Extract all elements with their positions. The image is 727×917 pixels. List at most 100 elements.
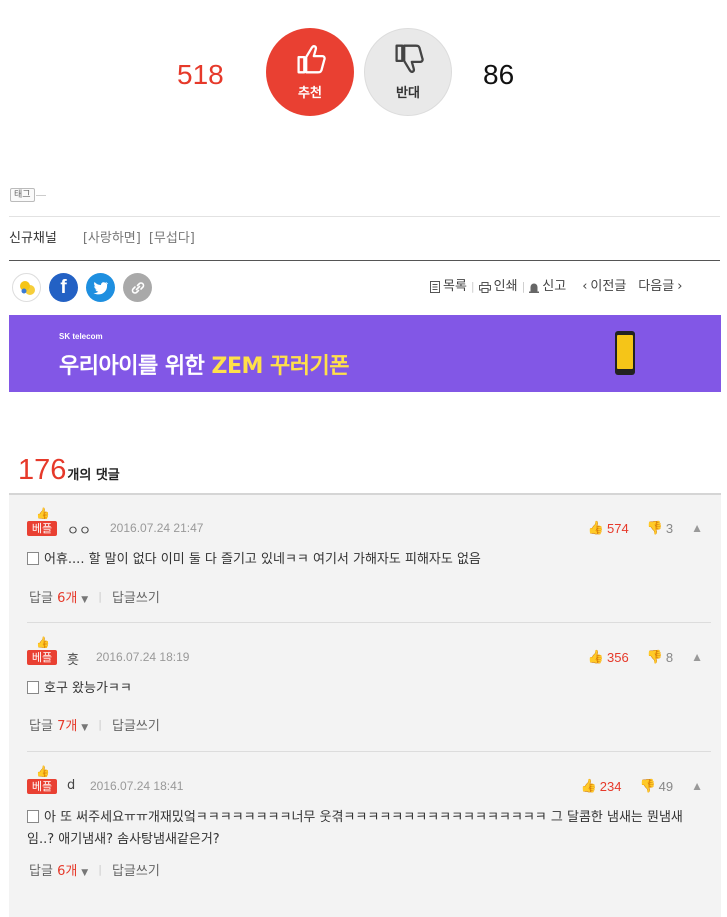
- comment-downvote-count: 3: [665, 520, 674, 536]
- channel-tag[interactable]: [사랑하면]: [83, 230, 141, 248]
- comment-report-button[interactable]: ▲: [691, 779, 703, 793]
- reply-toggle[interactable]: 답글 7개 ▼: [29, 715, 88, 734]
- thumbs-up-icon: 👍: [580, 778, 597, 793]
- print-icon: [478, 281, 491, 293]
- comment-upvote-button[interactable]: 👍 356: [588, 649, 629, 665]
- upvote-label: 추천: [298, 86, 322, 101]
- comment-item: 👍 베플 d 2016.07.24 18:41 👍 234 👎 49 ▲ 아 또 써…: [9, 765, 721, 915]
- comment-item: 👍 베플 ㅇㅇ 2016.07.24 21:47 👍 574 👎 3 ▲ 어휴...…: [9, 507, 721, 623]
- separator: |: [521, 280, 526, 293]
- comment-date: 2016.07.24 18:41: [90, 779, 184, 793]
- write-reply-button[interactable]: 답글쓰기: [112, 587, 160, 606]
- channel-name[interactable]: 신규채널: [9, 230, 57, 248]
- channel-row: 신규채널 [사랑하면] [무섭다]: [9, 230, 195, 248]
- comment-text: 어휴.... 할 말이 없다 이미 둘 다 즐기고 있네ㅋㅋ 여기서 가해자도 …: [44, 552, 481, 567]
- comment-report-button[interactable]: ▲: [691, 650, 703, 664]
- comment-downvote-button[interactable]: 👎 3: [647, 520, 673, 536]
- thumbs-up-icon: 👍: [36, 507, 50, 520]
- siren-icon: [529, 283, 540, 293]
- comment-downvote-button[interactable]: 👎 8: [647, 649, 673, 665]
- report-label: 신고: [542, 279, 567, 294]
- downvote-button[interactable]: 반대: [364, 28, 452, 116]
- vote-area: 518 추천 반대 86: [0, 0, 727, 150]
- comment-upvote-count: 234: [599, 778, 622, 794]
- reply-toggle[interactable]: 답글 6개 ▼: [29, 860, 88, 879]
- list-icon: [430, 281, 440, 293]
- channel-tag[interactable]: [무섭다]: [149, 230, 195, 248]
- next-post-label: 다음글: [638, 279, 675, 294]
- list-label: 목록: [443, 279, 467, 294]
- comment-downvote-button[interactable]: 👎 49: [639, 778, 673, 794]
- comment-author[interactable]: ㅇㅇ: [67, 520, 91, 539]
- reply-label: 답글: [29, 719, 53, 734]
- best-badge: 👍 베플: [27, 507, 57, 537]
- comment-list: 👍 베플 ㅇㅇ 2016.07.24 21:47 👍 574 👎 3 ▲ 어휴...…: [9, 495, 721, 917]
- write-reply-button[interactable]: 답글쓰기: [112, 860, 160, 879]
- facebook-icon: f: [60, 276, 67, 298]
- upvote-button[interactable]: 추천: [266, 28, 354, 116]
- banner-text-a: 우리아이를 위한: [59, 354, 212, 379]
- tag-label: 태그: [10, 188, 35, 202]
- comment-actions: 답글 6개 ▼ | 답글쓰기: [29, 587, 160, 606]
- chevron-right-icon: ›: [677, 279, 683, 294]
- facebook-share-button[interactable]: f: [49, 273, 78, 302]
- best-badge: 👍 베플: [27, 636, 57, 666]
- divider: [9, 216, 720, 217]
- prev-post-button[interactable]: ‹ 이전글: [582, 278, 626, 296]
- upvote-count: 518: [177, 59, 224, 90]
- kakao-icon: [19, 280, 35, 295]
- comment-body: 호구 왔능가ㅋㅋ: [27, 678, 707, 700]
- reply-count: 6개: [57, 864, 78, 879]
- comment-upvote-button[interactable]: 👍 234: [581, 778, 622, 794]
- comment-date: 2016.07.24 21:47: [110, 521, 204, 535]
- banner-headline: 우리아이를 위한 ZEM 꾸러기폰: [59, 348, 349, 380]
- twitter-icon: [93, 281, 108, 294]
- document-icon: [27, 810, 39, 823]
- best-badge-label: 베플: [27, 650, 57, 665]
- best-badge: 👍 베플: [27, 765, 57, 795]
- comment-date: 2016.07.24 18:19: [96, 650, 190, 664]
- comment-votes: 👍 234 👎 49 ▲: [581, 778, 703, 794]
- comment-upvote-button[interactable]: 👍 574: [588, 520, 629, 536]
- comment-upvote-count: 574: [606, 520, 629, 536]
- reply-count: 7개: [57, 719, 78, 734]
- print-button[interactable]: 인쇄: [478, 278, 518, 296]
- thumbs-down-icon: 👎: [646, 649, 663, 664]
- phone-image: [615, 331, 635, 375]
- reply-label: 답글: [29, 864, 53, 879]
- kakao-share-button[interactable]: [12, 273, 41, 302]
- document-icon: [27, 552, 39, 565]
- thumbs-down-icon: 👎: [639, 778, 656, 793]
- comment-item: 👍 베플 흣 2016.07.24 18:19 👍 356 👎 8 ▲ 호구 왔능가…: [9, 636, 721, 752]
- reply-toggle[interactable]: 답글 6개 ▼: [29, 587, 88, 606]
- thumbs-up-icon: 👍: [587, 520, 604, 535]
- separator: |: [98, 863, 102, 876]
- comment-body: 어휴.... 할 말이 없다 이미 둘 다 즐기고 있네ㅋㅋ 여기서 가해자도 …: [27, 549, 707, 571]
- thumbs-down-icon: [395, 44, 424, 73]
- divider: [9, 260, 720, 261]
- post-toolbar: 목록 | 인쇄 | 신고 ‹ 이전글 다음글 ›: [430, 278, 682, 296]
- comment-author[interactable]: 흣: [67, 649, 79, 668]
- comment-upvote-count: 356: [606, 649, 629, 665]
- caret-down-icon: ▼: [81, 595, 89, 605]
- next-post-button[interactable]: 다음글 ›: [638, 278, 682, 296]
- reply-count: 6개: [57, 591, 78, 606]
- divider: [27, 622, 711, 623]
- tag-line: 태그: [10, 188, 46, 202]
- comment-author[interactable]: d: [67, 778, 75, 793]
- link-icon: [131, 281, 144, 294]
- ad-banner[interactable]: SK telecom 우리아이를 위한 ZEM 꾸러기폰: [9, 315, 721, 392]
- copy-link-button[interactable]: [123, 273, 152, 302]
- comment-text: 호구 왔능가ㅋㅋ: [44, 681, 132, 696]
- separator: |: [470, 280, 475, 293]
- write-reply-button[interactable]: 답글쓰기: [112, 715, 160, 734]
- report-button[interactable]: 신고: [529, 278, 566, 296]
- divider: [27, 751, 711, 752]
- comment-report-button[interactable]: ▲: [691, 521, 703, 535]
- list-button[interactable]: 목록: [430, 278, 467, 296]
- thumbs-up-icon: 👍: [36, 636, 50, 649]
- twitter-share-button[interactable]: [86, 273, 115, 302]
- print-label: 인쇄: [493, 279, 518, 294]
- comment-count: 176: [18, 454, 67, 486]
- prev-post-label: 이전글: [590, 279, 627, 294]
